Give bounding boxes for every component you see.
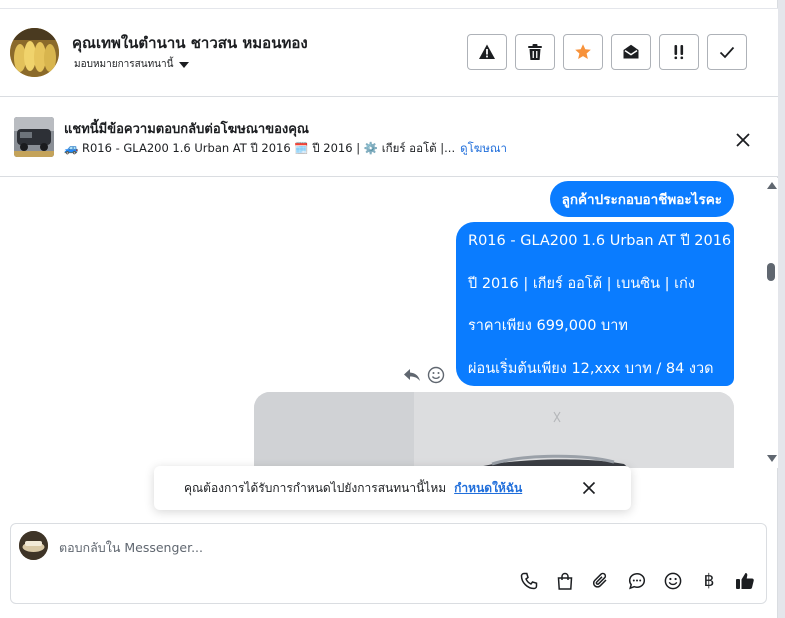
spam-button[interactable] [467, 34, 507, 70]
message-line: ราคาเพียง 699,000 บาท [468, 318, 628, 334]
star-icon [575, 44, 591, 59]
saved-replies-button[interactable] [626, 570, 648, 592]
emoji-icon [664, 572, 682, 590]
double-exclamation-icon [674, 45, 684, 60]
chevron-down-icon [179, 61, 190, 68]
ad-banner-subtitle: 🚙 R016 - GLA200 1.6 Urban AT ปี 2016 🗓️ … [64, 140, 507, 158]
message-composer: ฿ [10, 523, 767, 604]
reply-icon[interactable] [403, 367, 421, 383]
attach-button[interactable] [590, 570, 612, 592]
assign-conversation-dropdown[interactable]: มอบหมายการสนทนานี้ [74, 57, 190, 72]
window-edge [778, 0, 785, 618]
assign-prompt-toast: คุณต้องการได้รับการกำหนดไปยังการสนทนานี้… [154, 466, 631, 510]
shop-button[interactable] [554, 570, 576, 592]
ad-thumbnail[interactable] [14, 117, 54, 157]
assign-label: มอบหมายการสนทนานี้ [74, 59, 174, 70]
message-image[interactable] [254, 392, 734, 468]
close-icon[interactable] [733, 130, 753, 150]
phone-icon [520, 572, 538, 590]
contact-name: คุณเทพในตำนาน ชาวสน หมอนทอง [72, 34, 308, 52]
mark-unread-button[interactable] [611, 34, 651, 70]
mark-done-button[interactable] [707, 34, 747, 70]
message-bubble[interactable]: ลูกค้าประกอบอาชีพอะไรคะ [549, 181, 734, 217]
call-button[interactable] [518, 570, 540, 592]
star-button[interactable] [563, 34, 603, 70]
emoji-button[interactable] [662, 570, 684, 592]
contact-avatar[interactable] [10, 28, 59, 77]
paperclip-icon [592, 572, 607, 588]
reply-input[interactable] [59, 537, 659, 557]
shopping-bag-icon [557, 572, 573, 590]
message-line: R016 - GLA200 1.6 Urban AT ปี 2016 [468, 233, 732, 249]
message-thread: ลูกค้าประกอบอาชีพอะไรคะ R016 - GLA200 1.… [0, 178, 778, 468]
follow-up-button[interactable] [659, 34, 699, 70]
scroll-thumb[interactable] [767, 263, 775, 281]
chat-bubble-icon [628, 573, 646, 590]
message-bubble-ad-details[interactable]: R016 - GLA200 1.6 Urban AT ปี 2016 ปี 20… [456, 222, 734, 386]
emoji-react-icon[interactable] [427, 366, 445, 384]
payment-button[interactable]: ฿ [698, 570, 720, 592]
view-ad-link[interactable]: ดูโฆษณา [460, 140, 507, 158]
warning-icon [479, 44, 495, 59]
baht-icon: ฿ [703, 571, 715, 591]
message-line: ปี 2016 | เกียร์ ออโต้ | เบนซิน | เก่ง [468, 275, 695, 292]
thread-scrollbar[interactable] [764, 178, 778, 468]
trash-icon [528, 44, 542, 60]
assign-to-me-link[interactable]: กำหนดให้ฉัน [454, 479, 522, 498]
ad-banner-title: แชทนี้มีข้อความตอบกลับต่อโฆษณาของคุณ [64, 122, 309, 137]
like-button[interactable] [734, 570, 756, 592]
close-icon[interactable] [581, 480, 597, 496]
thumbs-up-icon [736, 573, 754, 589]
scroll-up-arrow-icon[interactable] [767, 182, 777, 189]
conversation-header: คุณเทพในตำนาน ชาวสน หมอนทอง มอบหมายการสน… [0, 8, 778, 97]
scroll-down-arrow-icon[interactable] [767, 455, 777, 462]
ad-description: 🚙 R016 - GLA200 1.6 Urban AT ปี 2016 🗓️ … [64, 141, 456, 155]
open-envelope-icon [623, 44, 639, 59]
check-icon [719, 46, 735, 59]
delete-button[interactable] [515, 34, 555, 70]
ad-reply-banner: แชทนี้มีข้อความตอบกลับต่อโฆษณาของคุณ 🚙 R… [0, 97, 778, 177]
assign-prompt-text: คุณต้องการได้รับการกำหนดไปยังการสนทนานี้… [184, 480, 447, 495]
page-avatar [19, 531, 48, 560]
